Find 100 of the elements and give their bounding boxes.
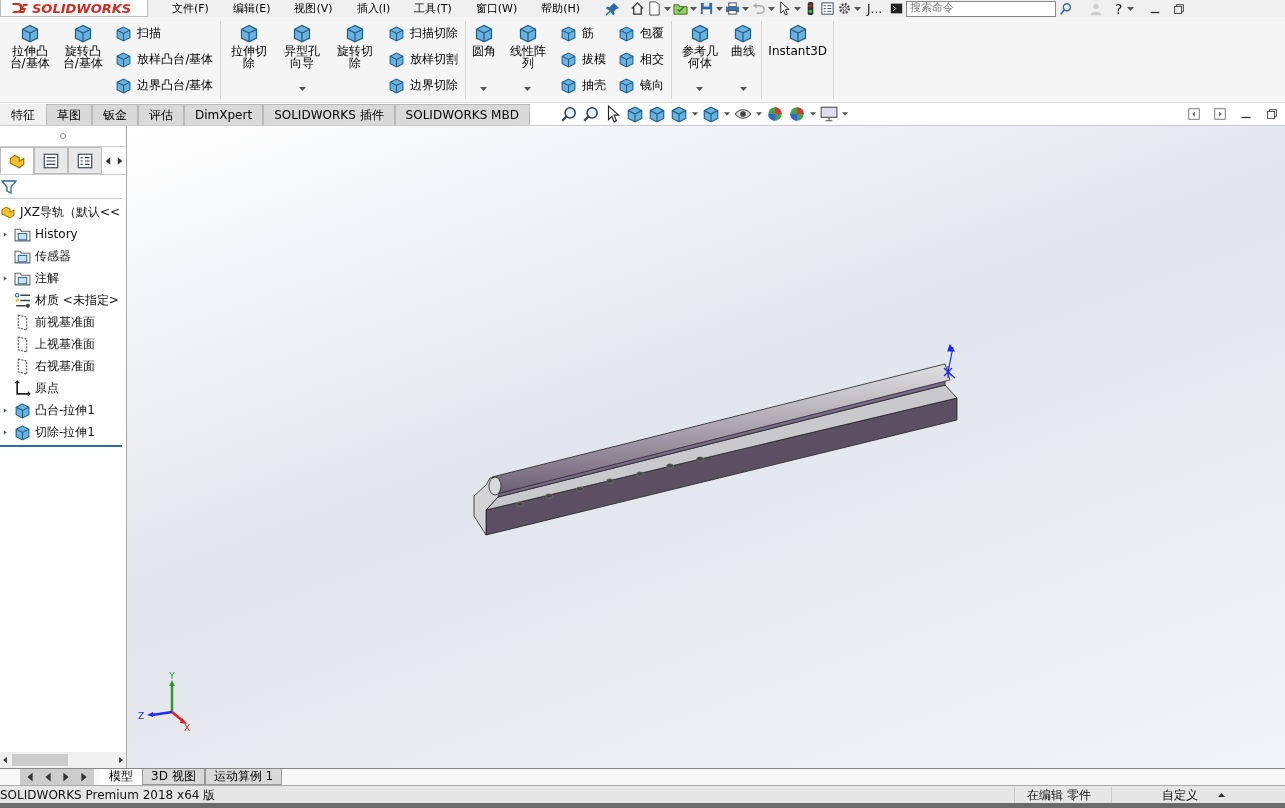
caret-icon[interactable] bbox=[716, 6, 724, 11]
command-tab[interactable]: 评估 bbox=[138, 104, 184, 125]
ribbon-button[interactable]: 线性阵列 bbox=[504, 21, 552, 97]
ribbon-button[interactable]: 相交 bbox=[615, 48, 668, 70]
caret-icon[interactable] bbox=[794, 6, 802, 11]
manager-tab[interactable] bbox=[34, 147, 68, 174]
tree-item[interactable]: 原点 bbox=[35, 379, 59, 397]
search-icon[interactable] bbox=[1059, 1, 1074, 16]
menu-item[interactable]: 窗口(W) bbox=[463, 1, 530, 16]
ribbon-button[interactable]: 抽壳 bbox=[557, 74, 610, 96]
settings-icon[interactable] bbox=[837, 1, 853, 16]
ribbon-button[interactable]: 圆角 bbox=[470, 21, 498, 97]
caret-icon[interactable] bbox=[841, 112, 848, 116]
cube-icon bbox=[345, 23, 366, 43]
ribbon-button[interactable]: Instant3D bbox=[766, 21, 829, 97]
home-icon[interactable] bbox=[630, 1, 646, 16]
command-tab[interactable]: 钣金 bbox=[92, 104, 138, 125]
monitor-icon[interactable] bbox=[819, 105, 838, 123]
search-field[interactable]: 搜索命令 bbox=[906, 0, 1057, 17]
tree-item[interactable]: 前视基准面 bbox=[35, 313, 95, 331]
command-tab[interactable]: 草图 bbox=[46, 104, 92, 125]
ribbon-button[interactable]: 扫描 bbox=[112, 22, 217, 44]
units-button[interactable]: 自定义 bbox=[1162, 785, 1198, 804]
caret-icon[interactable] bbox=[768, 6, 776, 11]
print-icon[interactable] bbox=[725, 1, 741, 16]
cube-icon[interactable] bbox=[701, 105, 720, 123]
ribbon-button[interactable]: 镜向 bbox=[615, 74, 668, 96]
ribbon-button[interactable]: 参考几何体 bbox=[676, 21, 724, 97]
manager-tab[interactable] bbox=[68, 147, 102, 174]
menu-item[interactable]: 文件(F) bbox=[160, 1, 221, 16]
caret-icon[interactable] bbox=[1127, 6, 1135, 11]
cube-icon[interactable] bbox=[669, 105, 688, 123]
menu-item[interactable]: 插入(I) bbox=[344, 1, 403, 16]
cube-icon bbox=[388, 24, 405, 42]
caret-icon[interactable] bbox=[742, 6, 750, 11]
zoom-icon[interactable] bbox=[581, 105, 600, 123]
logo-icon bbox=[11, 2, 29, 14]
caret-icon[interactable] bbox=[690, 6, 698, 11]
zoom-icon[interactable] bbox=[559, 105, 578, 123]
restore-icon[interactable] bbox=[1172, 1, 1187, 16]
pane-left-icon[interactable] bbox=[1187, 107, 1201, 121]
pin-icon[interactable] bbox=[606, 1, 621, 16]
cube-icon bbox=[560, 76, 578, 94]
color-sphere-icon[interactable] bbox=[787, 105, 806, 123]
menu-item[interactable]: 编辑(E) bbox=[220, 1, 283, 16]
overflow-label[interactable]: J... bbox=[867, 0, 883, 18]
ribbon-button[interactable]: 放样切割 bbox=[385, 48, 461, 70]
cube-icon[interactable] bbox=[625, 105, 644, 123]
command-tab[interactable]: SOLIDWORKS MBD bbox=[394, 104, 530, 125]
caret-icon[interactable] bbox=[755, 112, 762, 116]
caret-icon[interactable] bbox=[723, 112, 730, 116]
ribbon-button[interactable]: 拉伸切除 bbox=[225, 21, 273, 97]
tree-item[interactable]: 材质 <未指定> bbox=[35, 291, 119, 309]
ribbon-button[interactable]: 旋转切除 bbox=[331, 21, 379, 97]
ribbon-button[interactable]: 放样凸台/基体 bbox=[112, 48, 217, 70]
sheet-tab[interactable]: 模型 bbox=[100, 769, 142, 785]
ribbon-button[interactable]: 旋转凸台/基体 bbox=[59, 21, 107, 97]
ribbon-button[interactable]: 异型孔向导 bbox=[278, 21, 326, 97]
scrollbar-thumb[interactable] bbox=[12, 754, 68, 766]
caret-icon[interactable] bbox=[809, 112, 816, 116]
caret-icon[interactable] bbox=[691, 112, 698, 116]
tree-item[interactable]: 上视基准面 bbox=[35, 335, 95, 353]
sheet-tab[interactable]: 3D 视图 bbox=[142, 769, 205, 785]
pointer-icon[interactable] bbox=[777, 1, 793, 16]
tree-item[interactable]: 注解 bbox=[35, 269, 59, 287]
restore-icon[interactable] bbox=[1265, 107, 1279, 121]
command-tab[interactable]: SOLIDWORKS 插件 bbox=[263, 104, 395, 125]
ribbon-button[interactable]: 曲线 bbox=[729, 21, 758, 97]
ribbon-button[interactable]: 边界凸台/基体 bbox=[112, 74, 217, 96]
color-sphere-icon[interactable] bbox=[765, 105, 784, 123]
sheet-tab[interactable]: 运动算例 1 bbox=[204, 769, 283, 785]
handle-icon[interactable] bbox=[59, 132, 67, 140]
tree-root[interactable]: JXZ导轨（默认<< bbox=[20, 203, 121, 221]
tree-item[interactable]: 凸台-拉伸1 bbox=[35, 401, 95, 419]
command-tab[interactable]: 特征 bbox=[0, 104, 46, 125]
ribbon-button[interactable]: 拔模 bbox=[557, 48, 610, 70]
cube-icon bbox=[560, 50, 578, 68]
tree-item[interactable]: 传感器 bbox=[35, 247, 71, 265]
save-icon[interactable] bbox=[699, 1, 715, 16]
ribbon-button[interactable]: 筋 bbox=[557, 22, 610, 44]
tree-item[interactable]: 右视基准面 bbox=[35, 357, 95, 375]
menu-item[interactable]: 视图(V) bbox=[282, 1, 345, 16]
help-button[interactable]: ? bbox=[1115, 1, 1123, 16]
command-tab[interactable]: DimXpert bbox=[184, 104, 264, 125]
caret-icon[interactable] bbox=[854, 6, 862, 11]
tree-item[interactable]: History bbox=[35, 225, 78, 243]
folder-check-icon[interactable] bbox=[673, 1, 689, 16]
menu-item[interactable]: 工具(T) bbox=[402, 1, 464, 16]
ribbon-button[interactable]: 边界切除 bbox=[385, 74, 461, 96]
caret-icon[interactable] bbox=[664, 6, 672, 11]
cube-icon[interactable] bbox=[647, 105, 666, 123]
ribbon-button[interactable]: 包覆 bbox=[615, 22, 668, 44]
menu-item[interactable]: 帮助(H) bbox=[529, 1, 593, 16]
list-icon[interactable] bbox=[820, 1, 836, 16]
pane-right-icon[interactable] bbox=[1213, 107, 1227, 121]
tree-item[interactable]: 切除-拉伸1 bbox=[35, 423, 95, 441]
caret-icon[interactable] bbox=[1218, 792, 1225, 797]
cube-icon bbox=[72, 23, 93, 43]
ribbon-button[interactable]: 扫描切除 bbox=[385, 22, 461, 44]
ribbon-button[interactable]: 拉伸凸台/基体 bbox=[6, 21, 54, 97]
